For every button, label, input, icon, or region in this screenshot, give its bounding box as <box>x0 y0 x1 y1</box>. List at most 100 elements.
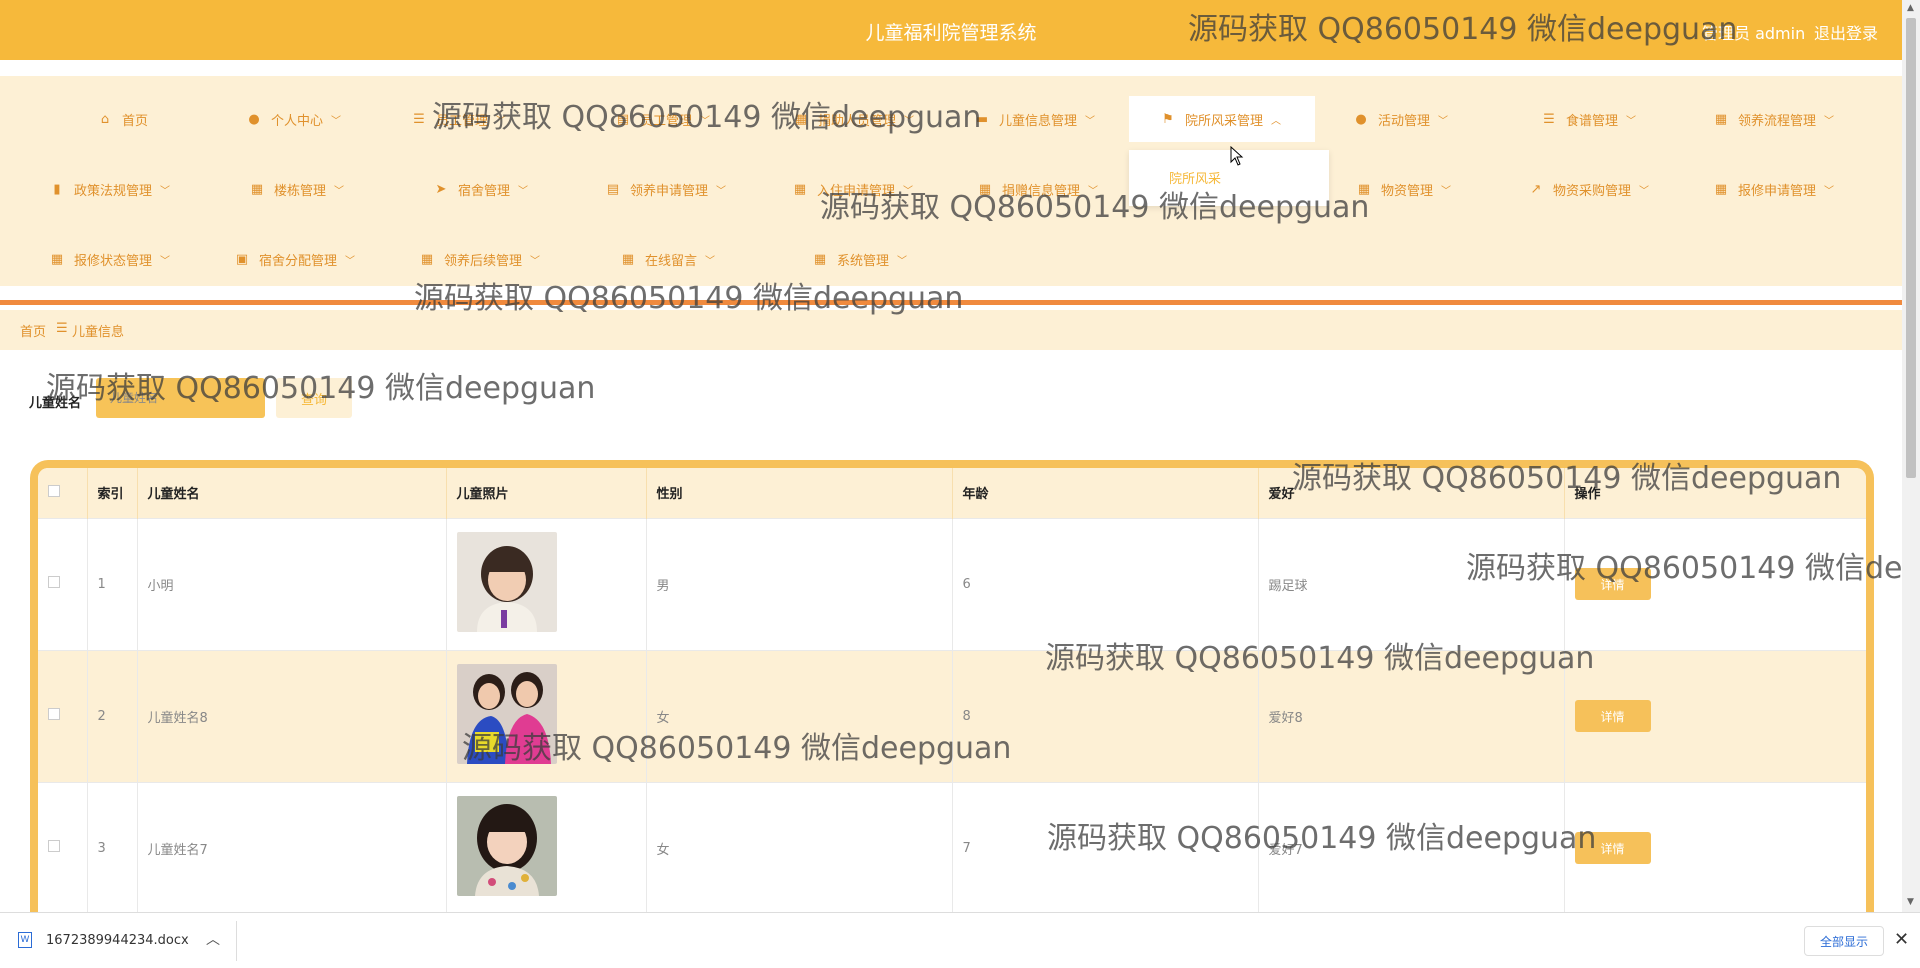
chevron-up-icon[interactable]: ︿ <box>206 929 220 949</box>
detail-button[interactable]: 详情 <box>1574 568 1651 600</box>
flag-icon: ⚑ <box>1162 111 1174 127</box>
grid-icon: ▦ <box>420 251 434 267</box>
select-all-cell[interactable] <box>38 468 88 518</box>
nav-item-label: 系统管理 <box>837 253 890 269</box>
nav-item[interactable]: ↗ 物资采购管理 ﹀ <box>1529 166 1649 212</box>
chevron-down-icon: ﹀ <box>705 255 716 267</box>
nav-item[interactable]: ▦ 捐助人员管理 ﹀ <box>794 96 914 142</box>
mouse-cursor-icon <box>1230 146 1244 166</box>
show-all-button[interactable]: 全部显示 <box>1804 926 1884 956</box>
search-input[interactable] <box>96 378 265 418</box>
line-chart-icon: ↗ <box>1530 181 1542 197</box>
nav-item[interactable]: ▮ 政策法规管理 ﹀ <box>50 166 170 212</box>
hobby-cell: 爱好7 <box>1258 781 1565 914</box>
chevron-down-icon: ﹀ <box>897 255 908 267</box>
photo-cell <box>446 649 647 782</box>
user-icon: ● <box>1355 111 1367 127</box>
nav-item[interactable]: ▦ 领养流程管理 ﹀ <box>1714 96 1834 142</box>
nav-item[interactable]: ▦ 领养后续管理 ﹀ <box>420 236 540 282</box>
nav-item[interactable]: ▣ 宿舍分配管理 ﹀ <box>235 236 355 282</box>
child-photo <box>456 532 557 632</box>
gender-cell: 女 <box>646 649 953 782</box>
nav-item-label: 政策法规管理 <box>74 183 153 199</box>
chevron-down-icon: ﹀ <box>160 255 171 267</box>
select-all-checkbox[interactable] <box>48 484 60 497</box>
breadcrumb-home[interactable]: 首页 <box>20 321 46 340</box>
nav-item[interactable]: ☰ 员工管理 ﹀ <box>412 96 506 142</box>
row-checkbox[interactable] <box>48 576 60 588</box>
scroll-up-icon[interactable]: ▲ <box>1907 3 1914 13</box>
dropdown-item-style[interactable]: 院所风采 <box>1169 168 1221 187</box>
app-title: 儿童福利院管理系统 <box>865 22 1037 44</box>
nav-item-label: 物资管理 <box>1381 183 1434 199</box>
chevron-down-icon: ﹀ <box>1626 115 1637 127</box>
grid-icon: ▦ <box>1714 181 1728 197</box>
gender-cell: 男 <box>646 517 953 650</box>
nav-item[interactable]: ▦ 入住申请管理 ﹀ <box>793 166 913 212</box>
nav-item-label: 领养后续管理 <box>444 253 523 269</box>
nav-item[interactable]: ☰ 食谱管理 ﹀ <box>1542 96 1636 142</box>
download-bar: W 1672389944234.docx ︿ 全部显示 ✕ <box>0 912 1920 968</box>
nav-item[interactable]: ▤ 员工管理 ﹀ <box>616 96 710 142</box>
nav-item-label: 院所风采管理 <box>1185 113 1264 129</box>
nav-item[interactable]: ⌂ 首页 <box>98 96 148 142</box>
nav-item[interactable]: ▤ 领养申请管理 ﹀ <box>606 166 726 212</box>
download-item[interactable]: W 1672389944234.docx <box>18 932 189 948</box>
grid-icon: ▦ <box>978 181 992 197</box>
detail-button[interactable]: 详情 <box>1574 832 1651 865</box>
nav-item[interactable]: ▬ 儿童信息管理 ﹀ <box>975 96 1095 142</box>
row-checkbox[interactable] <box>48 708 60 720</box>
nav-item[interactable]: ▦ 物资管理 ﹀ <box>1357 166 1451 212</box>
nav-dropdown-menu: 院所风采 <box>1129 150 1329 206</box>
nav-item[interactable]: ➤ 宿舍管理 ﹀ <box>434 166 528 212</box>
nav-item[interactable]: ⚑ 院所风采管理 ︿ <box>1129 96 1315 142</box>
chevron-down-icon: ﹀ <box>496 115 507 127</box>
query-button[interactable]: 查询 <box>276 378 352 418</box>
chevron-down-icon: ﹀ <box>716 185 727 197</box>
column-header: 儿童姓名 <box>137 468 447 518</box>
name-cell: 小明 <box>137 517 447 650</box>
nav-item[interactable]: ▦ 在线留言 ﹀ <box>621 236 715 282</box>
scroll-down-icon[interactable]: ▼ <box>1907 897 1914 907</box>
nav-item[interactable]: ▦ 报修申请管理 ﹀ <box>1714 166 1834 212</box>
doc-icon: ▤ <box>616 111 630 127</box>
chevron-down-icon: ﹀ <box>904 115 915 127</box>
logout-link[interactable]: 退出登录 <box>1814 20 1878 44</box>
scrollbar-thumb[interactable] <box>1906 18 1916 478</box>
chevron-down-icon: ﹀ <box>903 185 914 197</box>
breadcrumb: 首页 ☰ 儿童信息 <box>0 310 1902 350</box>
hobby-cell: 踢足球 <box>1258 517 1565 650</box>
column-header: 年龄 <box>952 468 1259 518</box>
main-nav: ⌂ 首页 ● 个人中心 ﹀ ☰ 员工管理 ﹀ ▤ 员工管理 ﹀ ▦ 捐助人员管理 ﹀ ▬ 儿童信息管理 ﹀ ⚑ 院所… <box>0 76 1902 286</box>
chevron-down-icon: ﹀ <box>1639 185 1650 197</box>
nav-item-label: 员工管理 <box>436 113 489 129</box>
age-cell: 8 <box>952 649 1259 782</box>
grid-icon: ▦ <box>50 251 64 267</box>
children-table: 索引 儿童姓名 儿童照片 性别 年龄 爱好 操作 1 小明 男 6 踢足球 详情… <box>38 468 1866 914</box>
name-cell: 儿童姓名8 <box>137 649 447 782</box>
age-cell: 7 <box>952 781 1259 914</box>
name-cell: 儿童姓名7 <box>137 781 447 914</box>
menu-icon: ☰ <box>1543 111 1555 127</box>
nav-item[interactable]: ▦ 捐赠信息管理 ﹀ <box>978 166 1098 212</box>
age-cell: 6 <box>952 517 1259 650</box>
index-cell: 3 <box>87 781 138 914</box>
nav-item-label: 领养申请管理 <box>630 183 709 199</box>
hobby-cell: 爱好8 <box>1258 649 1565 782</box>
nav-item[interactable]: ▦ 报修状态管理 ﹀ <box>50 236 170 282</box>
child-photo <box>456 664 557 764</box>
nav-item[interactable]: ● 个人中心 ﹀ <box>247 96 341 142</box>
menu-icon: ☰ <box>413 111 425 127</box>
close-icon[interactable]: ✕ <box>1894 929 1909 950</box>
nav-item[interactable]: ▦ 楼栋管理 ﹀ <box>250 166 344 212</box>
search-label: 儿童姓名 <box>29 396 82 411</box>
nav-item[interactable]: ▦ 系统管理 ﹀ <box>813 236 907 282</box>
document-icon: W <box>18 932 32 948</box>
nav-item[interactable]: ● 活动管理 ﹀ <box>1354 96 1448 142</box>
column-header: 性别 <box>646 468 953 518</box>
vertical-scrollbar[interactable]: ▲ ▼ <box>1902 0 1920 912</box>
detail-button[interactable]: 详情 <box>1574 700 1651 732</box>
chevron-down-icon: ﹀ <box>334 185 345 197</box>
nav-item-label: 物资采购管理 <box>1553 183 1632 199</box>
row-checkbox[interactable] <box>48 840 60 853</box>
